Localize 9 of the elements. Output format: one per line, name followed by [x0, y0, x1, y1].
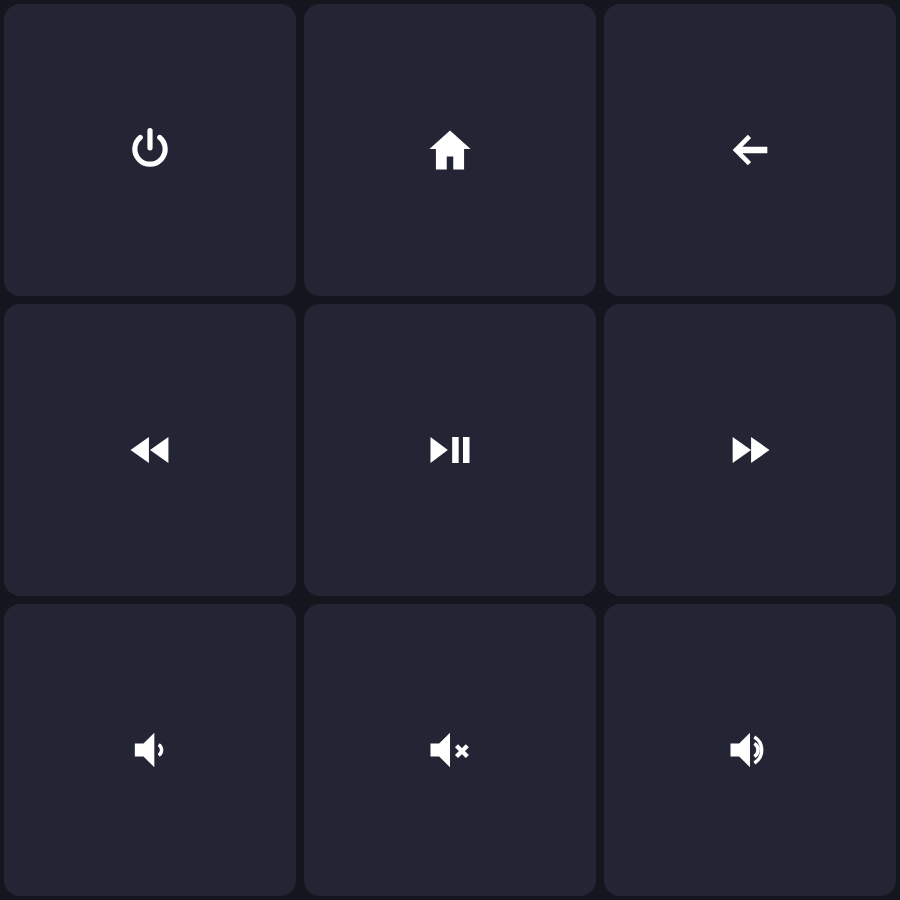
- remote-button[interactable]: [304, 304, 596, 596]
- remote-button[interactable]: [604, 4, 896, 296]
- remote-button[interactable]: [604, 604, 896, 896]
- remote-button[interactable]: [304, 604, 596, 896]
- remote-button[interactable]: [4, 604, 296, 896]
- remote-button[interactable]: [604, 304, 896, 596]
- remote-button[interactable]: [4, 4, 296, 296]
- remote-button[interactable]: [4, 304, 296, 596]
- remote-button[interactable]: [304, 4, 596, 296]
